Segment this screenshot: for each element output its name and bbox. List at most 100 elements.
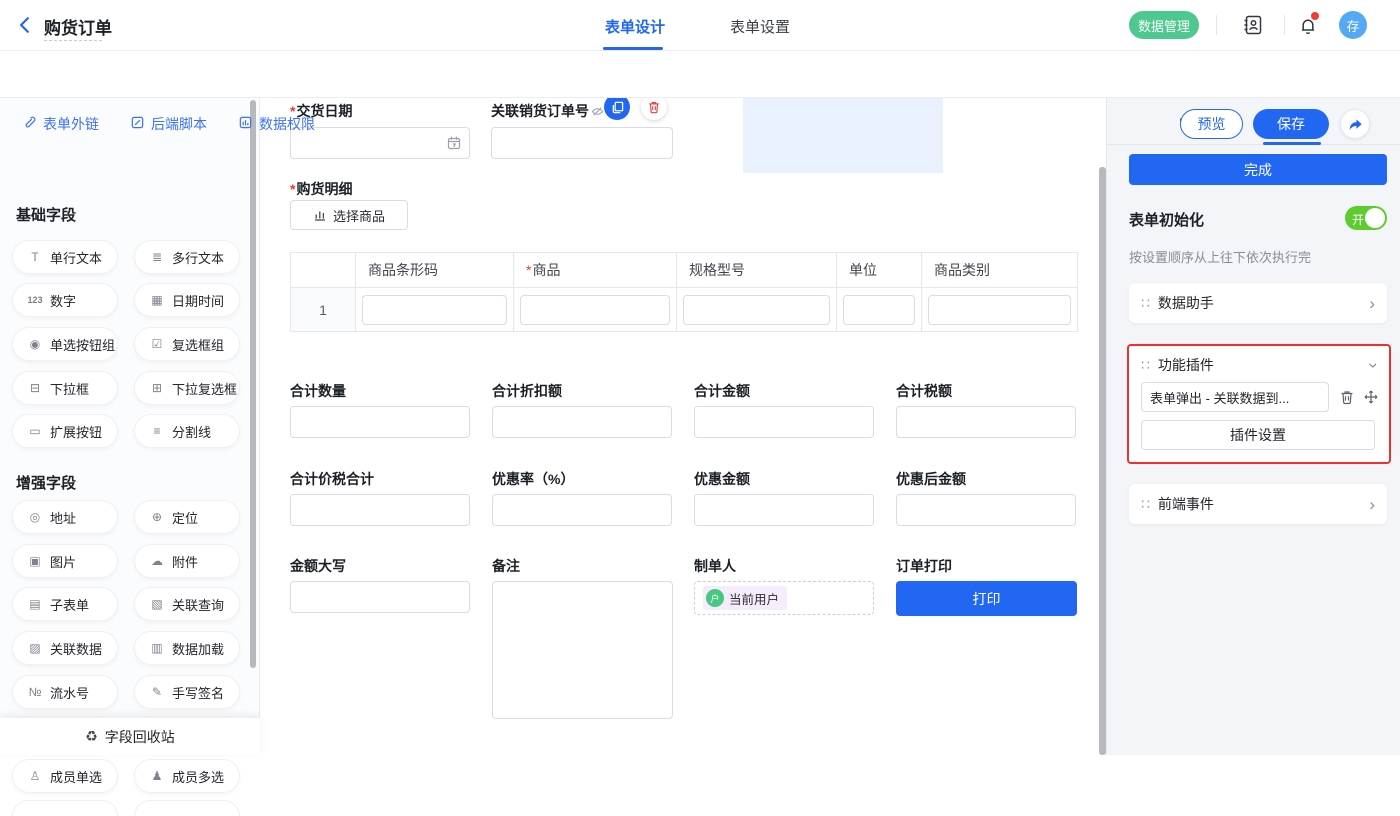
drag-handle-icon[interactable]: ∷ <box>1141 295 1149 312</box>
discount-amount-input[interactable] <box>694 494 874 526</box>
finish-button[interactable]: 完成 <box>1129 154 1387 185</box>
sidebar-item-address[interactable]: ◎地址 <box>12 500 118 534</box>
delivery-date-input[interactable] <box>290 127 470 159</box>
data-permission-link[interactable]: 数据权限 <box>238 114 315 134</box>
sidebar-item-label: 单选按钮组 <box>50 335 115 354</box>
drag-handle-icon[interactable]: ∷ <box>1141 496 1149 513</box>
canvas-scrollbar[interactable] <box>1099 167 1106 755</box>
init-helper-text: 按设置顺序从上往下依次执行完 <box>1129 247 1311 266</box>
card-data-assistant[interactable]: ∷ 数据助手 › <box>1129 283 1387 323</box>
card-frontend-event[interactable]: ∷ 前端事件 › <box>1129 484 1387 524</box>
card-label: 前端事件 <box>1158 494 1369 514</box>
user-avatar-icon: 户 <box>706 589 724 607</box>
sidebar-item-location[interactable]: ⊕ 定位 <box>134 500 240 534</box>
table-header-row: 商品条形码 *商品 规格型号 单位 商品类别 <box>291 253 1077 288</box>
extend-button-icon: ▭ <box>25 424 45 438</box>
recycle-label: 字段回收站 <box>105 727 175 747</box>
sidebar-item-multi-line-text[interactable]: ≣多行文本 <box>134 240 240 274</box>
print-button[interactable]: 打印 <box>896 581 1077 616</box>
sidebar-item-datetime[interactable]: ▦日期时间 <box>134 283 240 317</box>
plugin-move-icon[interactable] <box>1363 389 1379 410</box>
sidebar-item-multi-select[interactable]: ⊞下拉复选框 <box>134 371 240 405</box>
sidebar-item-serial-number[interactable]: №流水号 <box>12 675 118 709</box>
save-button[interactable]: 保存 <box>1253 109 1329 139</box>
discount-rate-input[interactable] <box>492 494 672 526</box>
category-input[interactable] <box>928 295 1071 325</box>
total-amount-input[interactable] <box>694 406 874 438</box>
sidebar-item-number[interactable]: 123数字 <box>12 283 118 317</box>
sidebar-item-subform[interactable]: ▤子表单 <box>12 587 118 621</box>
sidebar-item-image[interactable]: ▣图片 <box>12 544 118 578</box>
field-recycle-bin[interactable]: ♻ 字段回收站 <box>0 718 260 755</box>
sidebar-item-label: 数字 <box>50 291 76 310</box>
contact-book-icon[interactable] <box>1241 13 1265 42</box>
plugin-settings-button[interactable]: 插件设置 <box>1141 420 1375 450</box>
amount-words-input[interactable] <box>290 581 470 613</box>
form-toolbar: 表单外链 后端脚本 数据权限 预览 保存 <box>0 50 1400 98</box>
sidebar-item-radio-group[interactable]: ◉单选按钮组 <box>12 327 118 361</box>
sidebar-item-member-single[interactable]: ♙成员单选 <box>12 759 118 793</box>
total-with-tax-input[interactable] <box>290 494 470 526</box>
barcode-input[interactable] <box>362 295 507 325</box>
back-icon[interactable] <box>16 16 34 34</box>
after-discount-input[interactable] <box>896 494 1076 526</box>
sidebar-item-member-multi[interactable]: ♟成员多选 <box>134 759 240 793</box>
header-divider <box>1284 15 1285 35</box>
creator-field[interactable]: 户 当前用户 <box>694 581 874 615</box>
sidebar-item-data-load[interactable]: ▥数据加载 <box>134 631 240 665</box>
page-title[interactable]: 购货订单 <box>44 14 112 39</box>
sidebar-item-label: 关联查询 <box>172 595 224 614</box>
total-discount-input[interactable] <box>492 406 672 438</box>
select-product-button[interactable]: 选择商品 <box>290 200 408 230</box>
sidebar-item-checkbox-group[interactable]: ☑复选框组 <box>134 327 240 361</box>
tab-form-settings[interactable]: 表单设置 <box>730 16 790 37</box>
sidebar-item-single-line-text[interactable]: T单行文本 <box>12 240 118 274</box>
location-icon: ⊕ <box>147 510 167 524</box>
chevron-right-icon: › <box>1369 496 1375 513</box>
drag-handle-icon[interactable]: ∷ <box>1141 357 1149 374</box>
plugin-item[interactable]: 表单弹出 - 关联数据到... <box>1141 382 1329 412</box>
toggle-knob <box>1365 208 1385 228</box>
sidebar-item-select[interactable]: ⊟下拉框 <box>12 371 118 405</box>
sidebar-item-linked-data[interactable]: ▨关联数据 <box>12 631 118 665</box>
chevron-down-icon[interactable]: › <box>1366 362 1383 368</box>
sidebar-item-partial[interactable] <box>12 800 118 816</box>
plugin-delete-icon[interactable] <box>1339 389 1355 410</box>
selected-field-related-order[interactable] <box>743 97 943 173</box>
unit-cell <box>837 288 922 331</box>
toggle-on-label: 开 <box>1352 211 1364 228</box>
spec-input[interactable] <box>683 295 830 325</box>
sidebar-item-divider[interactable]: ≡分割线 <box>134 414 240 448</box>
plugin-card-highlighted[interactable]: ∷ 功能插件 › 表单弹出 - 关联数据到... 插件设置 <box>1127 344 1391 464</box>
table-header-product: *商品 <box>514 253 677 288</box>
data-manage-button[interactable]: 数据管理 <box>1129 11 1199 39</box>
total-tax-input[interactable] <box>896 406 1076 438</box>
field-label-order-print: 订单打印 <box>896 556 952 576</box>
related-order-input[interactable] <box>491 127 673 159</box>
tab-form-design[interactable]: 表单设计 <box>605 16 665 37</box>
sidebar-scrollbar[interactable] <box>250 100 256 668</box>
sidebar-item-linked-query[interactable]: ▧关联查询 <box>134 587 240 621</box>
sidebar-item-partial[interactable] <box>134 800 240 816</box>
avatar[interactable]: 存 <box>1339 11 1367 39</box>
sidebar-item-attachment[interactable]: ☁附件 <box>134 544 240 578</box>
sidebar-item-signature[interactable]: ✎手写签名 <box>134 675 240 709</box>
preview-button[interactable]: 预览 <box>1180 109 1243 139</box>
sidebar-item-extend-button[interactable]: ▭扩展按钮 <box>12 414 118 448</box>
product-cell <box>514 288 677 331</box>
select-icon: ⊟ <box>25 381 45 395</box>
total-qty-input[interactable] <box>290 406 470 438</box>
product-input[interactable] <box>520 295 670 325</box>
remark-textarea[interactable] <box>492 581 673 719</box>
sidebar-item-label: 附件 <box>172 552 198 571</box>
sidebar-item-label: 定位 <box>172 508 198 527</box>
title-edit-underline <box>44 40 102 41</box>
sidebar-item-label: 分割线 <box>172 422 211 441</box>
field-label-total-amount: 合计金额 <box>694 381 750 401</box>
unit-input[interactable] <box>843 295 915 325</box>
address-icon: ◎ <box>25 510 45 524</box>
share-button[interactable] <box>1340 109 1370 139</box>
form-init-toggle[interactable]: 开 <box>1345 206 1387 230</box>
form-external-link[interactable]: 表单外链 <box>22 114 99 134</box>
backend-script-link[interactable]: 后端脚本 <box>130 114 207 134</box>
